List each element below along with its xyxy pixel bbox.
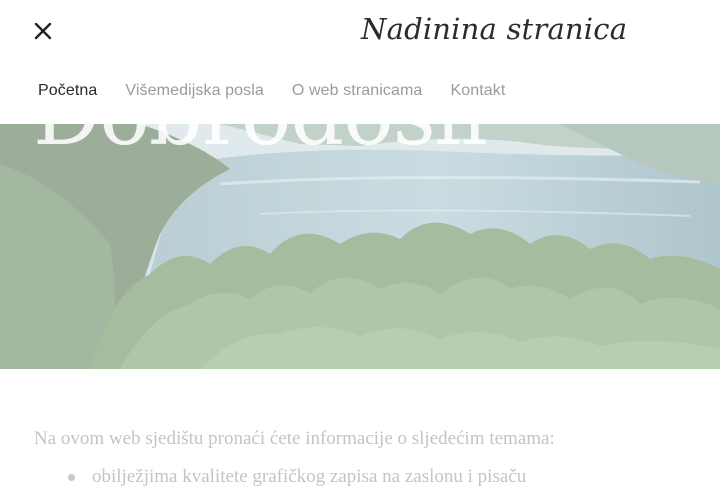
topic-list: obilježjima kvalitete grafičkog zapisa n…: [0, 466, 526, 488]
site-title[interactable]: Nadinina stranica: [361, 12, 627, 46]
hero-heading: Dobrodošli: [33, 124, 488, 164]
nav-item-visemedijska-posla[interactable]: Višemedijska posla: [125, 82, 263, 100]
close-icon: [34, 22, 52, 40]
topic-text: obilježjima kvalitete grafičkog zapisa n…: [92, 466, 527, 487]
bullet-icon: [68, 474, 75, 481]
close-menu-button[interactable]: [31, 19, 55, 43]
site-header: Nadinina stranica Početna Višemedijska p…: [0, 0, 720, 124]
main-content: Na ovom web sjedištu pronaći ćete inform…: [0, 369, 720, 504]
main-nav: Početna Višemedijska posla O web stranic…: [38, 82, 505, 100]
list-item: obilježjima kvalitete grafičkog zapisa n…: [0, 466, 526, 488]
intro-text: Na ovom web sjedištu pronaći ćete inform…: [34, 428, 555, 449]
nav-item-o-web-stranicama[interactable]: O web stranicama: [292, 82, 423, 100]
nav-item-kontakt[interactable]: Kontakt: [450, 82, 505, 100]
hero-banner: Dobrodošli: [0, 124, 720, 369]
nav-item-pocetna[interactable]: Početna: [38, 82, 97, 100]
